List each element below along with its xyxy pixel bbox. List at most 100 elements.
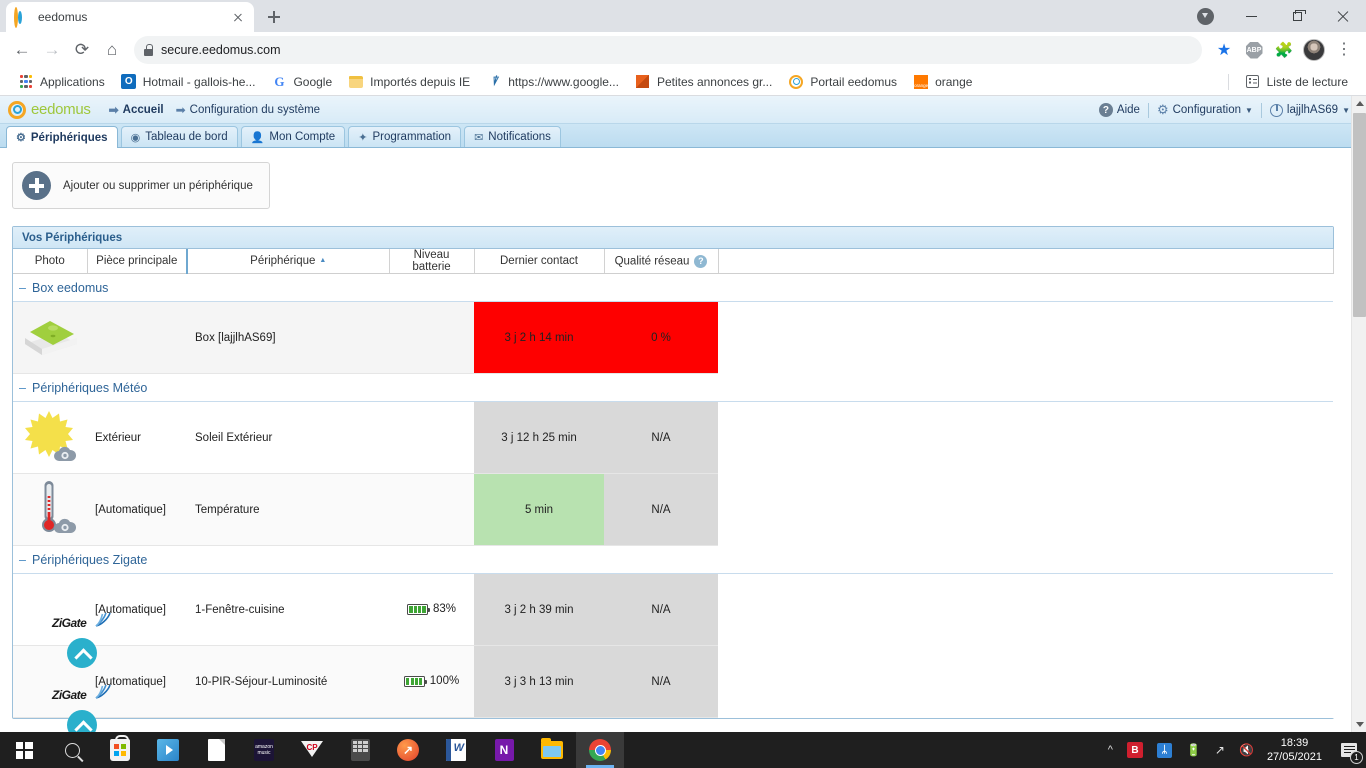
start-button[interactable] — [0, 732, 48, 768]
reading-list-button[interactable]: Liste de lecture — [1237, 71, 1356, 93]
row-spacer-cell — [718, 645, 1333, 718]
battery-tray-icon[interactable]: 🔋 — [1179, 743, 1208, 757]
column-header-dernier-contact[interactable]: Dernier contact — [474, 249, 605, 274]
help-button[interactable]: ? Aide — [1091, 103, 1148, 117]
device-name-cell[interactable]: 1-Fenêtre-cuisine — [187, 573, 389, 646]
battery-indicator: 100% — [403, 675, 459, 687]
table-row[interactable]: Box [lajjlhAS69] 3 j 2 h 14 min 0 % — [13, 301, 1333, 374]
bookmark-hotmail[interactable]: O Hotmail - gallois-he... — [113, 71, 264, 93]
column-header-peripherique[interactable]: Périphérique ▲ — [186, 249, 390, 274]
column-header-batterie[interactable]: Niveau batterie — [389, 249, 475, 274]
file-explorer-button[interactable] — [528, 732, 576, 768]
cp-app-button[interactable]: CP — [288, 732, 336, 768]
device-name-cell[interactable]: Température — [187, 473, 389, 546]
firefox-button[interactable] — [384, 732, 432, 768]
word-button[interactable]: W — [432, 732, 480, 768]
group-header-cell[interactable]: – Box eedomus — [13, 273, 1333, 302]
new-tab-button[interactable] — [260, 3, 288, 31]
group-header-cell[interactable]: – Périphériques Météo — [13, 373, 1333, 402]
collapse-icon[interactable]: – — [19, 553, 27, 567]
collapse-icon[interactable]: – — [19, 381, 27, 395]
clock[interactable]: 18:39 27/05/2021 — [1261, 736, 1332, 765]
search-button[interactable] — [48, 732, 96, 768]
wifi-tray-icon[interactable]: ↗ — [1208, 743, 1232, 757]
media-player-button[interactable] — [144, 732, 192, 768]
address-bar[interactable]: secure.eedomus.com — [134, 36, 1202, 64]
page-scrollbar[interactable] — [1351, 96, 1366, 732]
tab-programmation[interactable]: ✦ Programmation — [348, 126, 462, 147]
tab-peripheriques[interactable]: ⚙ Périphériques — [6, 126, 118, 148]
bookmark-importes-ie[interactable]: Importés depuis IE — [340, 71, 478, 93]
scroll-up-button[interactable] — [1352, 96, 1366, 111]
home-button[interactable]: ⌂ — [98, 36, 126, 64]
amazon-music-button[interactable]: amazon music — [240, 732, 288, 768]
downloads-button[interactable] — [1182, 0, 1228, 32]
scroll-down-button[interactable] — [1352, 717, 1366, 732]
tab-label: Tableau de bord — [145, 131, 228, 143]
table-row[interactable]: [Automatique] Température 5 min N/A — [13, 473, 1333, 546]
group-header-row[interactable]: – Box eedomus — [13, 273, 1333, 302]
onenote-button[interactable]: N — [480, 732, 528, 768]
bookmark-orange[interactable]: orange orange — [905, 71, 980, 93]
devices-icon: ⚙ — [16, 132, 26, 144]
device-name-cell[interactable]: 10-PIR-Séjour-Luminosité — [187, 645, 389, 718]
breadcrumb-accueil[interactable]: ➡ Accueil — [109, 103, 164, 117]
adblock-button[interactable]: ABP — [1240, 36, 1268, 64]
eedomus-logo[interactable]: eedomus — [8, 100, 91, 119]
chrome-button[interactable] — [576, 732, 624, 768]
maximize-button[interactable] — [1274, 0, 1320, 32]
group-header-row[interactable]: – Périphériques Zigate — [13, 545, 1333, 574]
table-row[interactable]: Extérieur Soleil Extérieur 3 j 12 h 25 m… — [13, 401, 1333, 474]
column-header-piece[interactable]: Pièce principale — [87, 249, 188, 274]
tab-notifications[interactable]: ✉ Notifications — [464, 126, 561, 147]
table-row[interactable]: ZiGate [Automatique] — [13, 645, 1333, 732]
close-icon[interactable] — [230, 9, 246, 25]
collapse-icon[interactable]: – — [19, 281, 27, 295]
bookmark-applications[interactable]: Applications — [10, 71, 113, 93]
breadcrumb-configuration[interactable]: ➡ Configuration du système — [176, 103, 320, 117]
minimize-button[interactable] — [1228, 0, 1274, 32]
device-name-cell[interactable]: Soleil Extérieur — [187, 401, 389, 474]
adblock-icon: ABP — [1245, 41, 1263, 59]
row-spacer-cell — [718, 573, 1333, 646]
scrollbar-thumb[interactable] — [1353, 113, 1366, 317]
table-row[interactable]: ZiGate [Automatique] — [13, 573, 1333, 668]
close-window-button[interactable] — [1320, 0, 1366, 32]
forward-button[interactable]: → — [38, 36, 66, 64]
bitdefender-tray-icon[interactable]: B — [1120, 742, 1150, 758]
help-icon[interactable]: ? — [694, 254, 708, 268]
add-remove-device-button[interactable]: Ajouter ou supprimer un périphérique — [12, 162, 270, 209]
tab-tableau-de-bord[interactable]: ◉ Tableau de bord — [120, 126, 238, 147]
column-header-photo[interactable]: Photo — [13, 249, 88, 274]
bookmark-star-button[interactable]: ★ — [1210, 36, 1238, 64]
calculator-button[interactable] — [336, 732, 384, 768]
tab-mon-compte[interactable]: 👤 Mon Compte — [240, 126, 346, 147]
show-hidden-icons-button[interactable]: ^ — [1101, 744, 1120, 756]
configuration-menu[interactable]: ⚙ Configuration ▼ — [1149, 102, 1261, 118]
tab-label: Notifications — [488, 131, 551, 143]
notification-center-button[interactable]: 1 — [1332, 732, 1366, 768]
back-button[interactable]: ← — [8, 36, 36, 64]
notepad-button[interactable] — [192, 732, 240, 768]
volume-tray-icon[interactable]: 🔇 — [1232, 743, 1261, 757]
bluetooth-tray-icon[interactable]: ᛦ — [1150, 742, 1179, 758]
extensions-button[interactable]: 🧩 — [1270, 36, 1298, 64]
column-header-qualite-reseau[interactable]: Qualité réseau? — [604, 249, 719, 274]
reload-button[interactable]: ⟳ — [68, 36, 96, 64]
device-photo-cell: ZiGate — [13, 573, 111, 668]
bookmark-portail-eedomus[interactable]: Portail eedomus — [780, 71, 905, 93]
bookmark-google[interactable]: G Google — [263, 71, 340, 93]
device-name-cell[interactable]: Box [lajjlhAS69] — [187, 301, 389, 374]
microsoft-store-button[interactable] — [96, 732, 144, 768]
user-menu[interactable]: lajjlhAS69 ▼ — [1262, 103, 1358, 117]
group-header-cell[interactable]: – Périphériques Zigate — [13, 545, 1333, 574]
device-last-contact-cell: 3 j 3 h 13 min — [474, 645, 604, 718]
folder-icon — [541, 738, 563, 759]
bookmark-google-url[interactable]: ⍒ https://www.google... — [478, 71, 627, 93]
browser-tab[interactable]: eedomus — [6, 2, 254, 32]
chrome-menu-button[interactable]: ⋮ — [1330, 36, 1358, 64]
profile-button[interactable] — [1300, 36, 1328, 64]
bookmark-petites-annonces[interactable]: Petites annonces gr... — [627, 71, 780, 93]
group-header-row[interactable]: – Périphériques Météo — [13, 373, 1333, 402]
device-network-quality-cell: N/A — [604, 401, 718, 474]
